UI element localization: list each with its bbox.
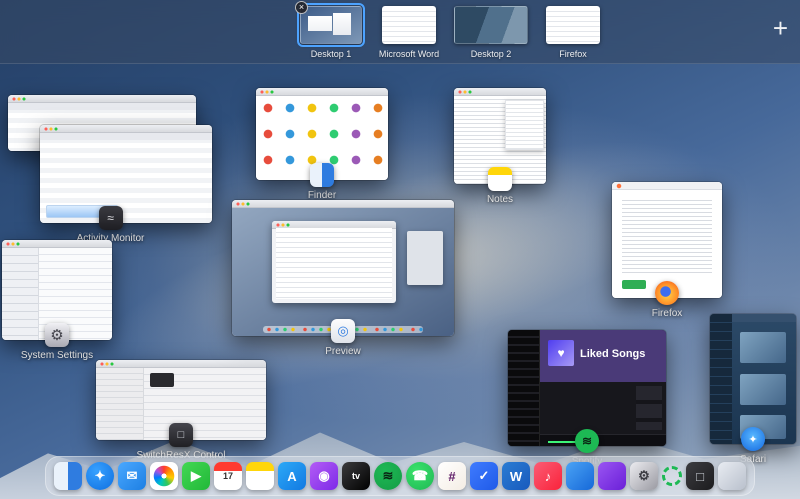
spotify-sidebar	[508, 330, 540, 446]
firefox-green-button	[621, 280, 646, 289]
system-settings-app-badge-icon: ⚙	[45, 323, 69, 347]
window-titlebar	[232, 200, 454, 208]
safari-toolbar	[732, 314, 796, 322]
space-thumbnail-microsoft-word[interactable]	[382, 6, 436, 44]
finder-app-badge-icon	[310, 163, 334, 187]
safari-sidebar	[710, 314, 733, 444]
window-group-firefox: Firefox	[612, 182, 722, 319]
preview-app-badge-icon: ◎	[331, 319, 355, 343]
window-group-preview: ◎ Preview	[232, 200, 454, 357]
system-settings-sidebar	[2, 248, 40, 340]
display-preview-rect	[149, 373, 174, 387]
liked-songs-title: Liked Songs	[580, 348, 646, 360]
window-titlebar	[2, 240, 112, 248]
finder-dock-icon[interactable]	[54, 462, 82, 490]
photos-dock-icon[interactable]	[150, 462, 178, 490]
preview-window-thumbnail[interactable]	[232, 200, 454, 336]
screenshot-side-panel	[407, 231, 443, 285]
space-thumbnail-desktop-1[interactable]: ×	[295, 1, 365, 47]
activity-monitor-window-2-thumbnail[interactable]	[40, 125, 212, 223]
notes-dock-icon[interactable]	[246, 462, 274, 490]
safari-tab-tile	[739, 373, 786, 405]
window-label: Firefox	[651, 308, 683, 319]
spotify-main-view: ♥ Liked Songs	[540, 330, 666, 446]
safari-dock-icon[interactable]: ✦	[86, 462, 114, 490]
space-thumbnail-desktop-2[interactable]	[454, 6, 528, 44]
safari-app-badge-icon: ✦	[741, 427, 765, 451]
word-dock-icon[interactable]: W	[502, 462, 530, 490]
space-desktop-1[interactable]: × Desktop 1	[295, 1, 365, 59]
window-group-notes: Notes	[454, 88, 546, 205]
space-label-microsoft-word: Microsoft Word	[378, 49, 440, 59]
podcasts-dock-icon[interactable]: ◉	[310, 462, 338, 490]
spotify-app-badge-icon: ≋	[575, 429, 599, 453]
liked-songs-artwork: ♥	[548, 340, 574, 366]
space-microsoft-word[interactable]: Microsoft Word	[378, 6, 440, 59]
firefox-app-badge-icon	[655, 281, 679, 305]
screenshot-inner-text	[275, 227, 393, 299]
switchresx-dock-icon[interactable]: □	[686, 462, 714, 490]
window-group-system-settings: ⚙ System Settings	[2, 240, 112, 361]
window-group-spotify: ♥ Liked Songs ≋ Spotify	[508, 330, 666, 467]
spotify-dock-icon[interactable]: ≋	[374, 462, 402, 490]
window-titlebar	[8, 95, 196, 103]
window-titlebar	[454, 88, 546, 96]
notes-app-badge-icon	[488, 167, 512, 191]
app-store-dock-icon[interactable]: A	[278, 462, 306, 490]
activity-monitor-app-badge-icon: ≈	[98, 206, 123, 230]
music-dock-icon[interactable]: ♪	[534, 462, 562, 490]
window-group-switchresx: □ SwitchResX Control	[96, 360, 266, 461]
firefox-toolbar	[612, 182, 722, 190]
firefox-page-text	[621, 197, 713, 274]
space-thumbnail-firefox[interactable]	[546, 6, 600, 44]
close-space-button[interactable]: ×	[295, 1, 308, 14]
space-label-firefox: Firefox	[559, 49, 587, 59]
add-space-button[interactable]: +	[773, 13, 788, 44]
facetime-dock-icon[interactable]: ▶	[182, 462, 210, 490]
preview-image-content	[232, 208, 454, 336]
spotify-track-list	[636, 386, 662, 430]
window-titlebar	[96, 360, 266, 368]
switchresx-app-badge-icon: □	[169, 423, 193, 447]
blue-app-dock-icon[interactable]	[566, 462, 594, 490]
spotify-player-bar	[540, 434, 666, 446]
window-label: Preview	[325, 346, 361, 357]
space-label-desktop-2: Desktop 2	[470, 49, 512, 59]
safari-content	[732, 314, 796, 444]
system-settings-dock-icon[interactable]: ⚙	[630, 462, 658, 490]
mail-dock-icon[interactable]: ✉	[118, 462, 146, 490]
window-label: Notes	[486, 194, 514, 205]
space-desktop-2[interactable]: Desktop 2	[454, 6, 528, 59]
switchresx-form	[143, 368, 266, 440]
space-label-desktop-1: Desktop 1	[310, 49, 352, 59]
whatsapp-dock-icon[interactable]: ☎	[406, 462, 434, 490]
window-titlebar	[40, 125, 212, 133]
switchresx-sidebar	[96, 368, 144, 440]
tv-dock-icon[interactable]: tv	[342, 462, 370, 490]
things-dock-icon[interactable]: ✓	[470, 462, 498, 490]
notes-second-sheet	[505, 100, 544, 150]
trash-dock-icon[interactable]	[718, 462, 746, 490]
window-group-finder: Finder	[256, 88, 388, 201]
spaces-bar: × Desktop 1 Microsoft Word Desktop 2 Fir…	[0, 0, 800, 64]
window-titlebar	[256, 88, 388, 96]
activity-monitor-thumbnails	[8, 95, 213, 223]
safari-window-thumbnail[interactable]	[710, 314, 796, 444]
download-progress-dock-icon[interactable]	[662, 466, 682, 486]
window-group-activity-monitor: ≈ Activity Monitor	[8, 95, 213, 244]
dock: ✦ ✉ ▶ 17 A ◉ tv ≋ ☎ # ✓ W ♪ ⚙ □	[45, 456, 755, 496]
slack-dock-icon[interactable]: #	[438, 462, 466, 490]
safari-tab-tile	[739, 332, 786, 364]
window-group-safari: ✦ Safari	[710, 314, 796, 465]
calendar-dock-icon[interactable]: 17	[214, 462, 242, 490]
screenshot-inner-window	[271, 220, 397, 303]
space-firefox[interactable]: Firefox	[546, 6, 600, 59]
purple-app-dock-icon[interactable]	[598, 462, 626, 490]
window-label: System Settings	[20, 350, 94, 361]
